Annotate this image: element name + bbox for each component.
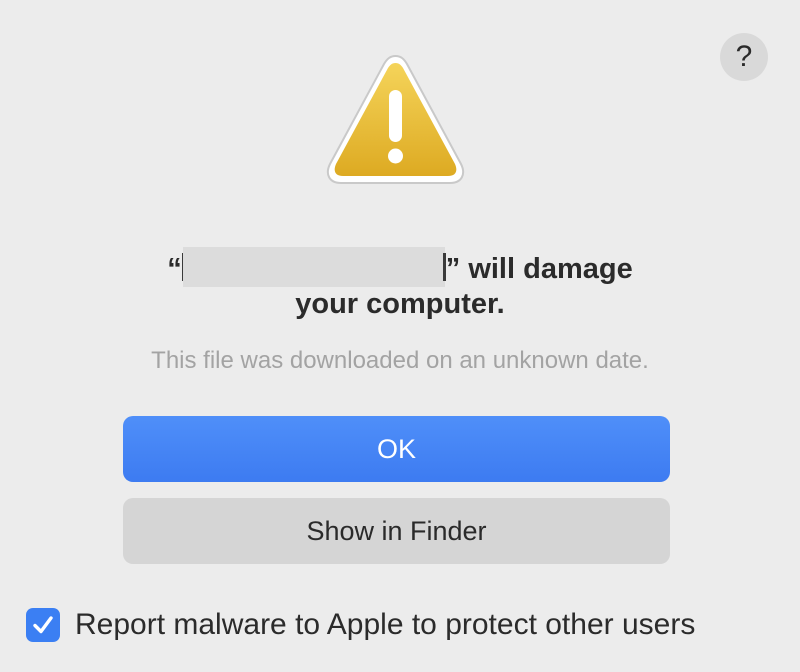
title-open-quote: “ (167, 253, 182, 285)
alert-title-line1: “ ” will damage (100, 247, 700, 287)
alert-title-line2: your computer. (295, 288, 505, 320)
title-suffix: ” will damage (445, 253, 633, 285)
malware-alert-dialog: ? “ ” will damage your computer. This fil… (0, 0, 800, 672)
ok-button-label: OK (376, 434, 416, 464)
checkmark-icon (33, 616, 53, 634)
help-icon: ? (735, 40, 753, 73)
report-malware-row: Report malware to Apple to protect other… (26, 604, 695, 646)
ok-button[interactable]: OK (123, 416, 670, 482)
redacted-filename (182, 247, 445, 287)
report-malware-label: Report malware to Apple to protect other… (75, 608, 696, 641)
show-in-finder-label: Show in Finder (306, 516, 487, 546)
warning-icon (326, 54, 465, 184)
help-button[interactable]: ? (720, 33, 768, 81)
show-in-finder-button[interactable]: Show in Finder (123, 498, 670, 564)
report-malware-checkbox[interactable] (26, 608, 60, 642)
alert-subtitle: This file was downloaded on an unknown d… (151, 347, 649, 374)
